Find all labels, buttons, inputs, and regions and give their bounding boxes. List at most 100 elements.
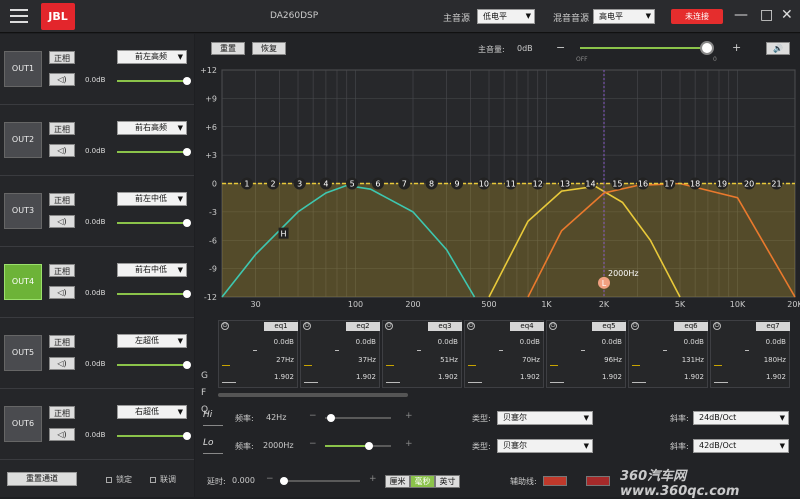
link-checkbox[interactable]: 联调 <box>150 474 176 485</box>
eq-band-6[interactable]: ⏻ eq6 0.0dB 131Hz 1.902 <box>628 320 708 388</box>
power-icon[interactable]: ⏻ <box>713 322 721 330</box>
eq-freq[interactable]: 27Hz <box>276 356 294 364</box>
mute-button[interactable]: ◁) <box>49 215 75 228</box>
aux-line-2[interactable] <box>586 476 610 486</box>
mute-button[interactable]: ◁) <box>49 428 75 441</box>
delay-slider[interactable] <box>280 477 360 485</box>
mix-source-select[interactable]: 高电平 ▼ <box>593 9 655 24</box>
channel-select[interactable]: 前左中低 ▼ <box>117 192 187 206</box>
slider-knob[interactable] <box>183 148 191 156</box>
lo-freq-slider[interactable] <box>325 442 391 450</box>
power-icon[interactable]: ⏻ <box>467 322 475 330</box>
master-source-select[interactable]: 低电平 ▼ <box>477 9 535 24</box>
hi-freq-slider[interactable] <box>325 414 391 422</box>
reset-channel-button[interactable]: 重置通道 <box>7 472 77 486</box>
gain-slider[interactable] <box>117 361 191 369</box>
power-icon[interactable]: ⏻ <box>221 322 229 330</box>
output-button[interactable]: OUT2 <box>4 122 42 158</box>
eq-freq[interactable]: 51Hz <box>440 356 458 364</box>
slider-knob[interactable] <box>183 290 191 298</box>
gain-slider[interactable] <box>117 77 191 85</box>
unit-cm[interactable]: 厘米 <box>385 475 410 488</box>
power-icon[interactable]: ⏻ <box>385 322 393 330</box>
phase-button[interactable]: 正相 <box>49 122 75 135</box>
mute-button[interactable]: ◁) <box>49 144 75 157</box>
power-icon[interactable]: ⏻ <box>631 322 639 330</box>
eq-chart[interactable]: +12 +9 +6 +3 0 -3 -6 -9 -12 30 100 200 500 1K 2K 5K 10K 2… <box>195 60 800 340</box>
eq-q[interactable]: 1.902 <box>438 373 458 381</box>
hi-freq-minus[interactable]: − <box>309 411 317 421</box>
eq-band-name[interactable]: eq1 <box>264 322 298 331</box>
eq-band-4[interactable]: ⏻ eq4 0.0dB 70Hz 1.902 <box>464 320 544 388</box>
slider-knob[interactable] <box>700 41 714 55</box>
eq-band-5[interactable]: ⏻ eq5 0.0dB 96Hz 1.902 <box>546 320 626 388</box>
output-button[interactable]: OUT4 <box>4 264 42 300</box>
channel-select[interactable]: 前右中低 ▼ <box>117 263 187 277</box>
hi-tab[interactable]: Hi <box>203 410 223 426</box>
eq-q[interactable]: 1.902 <box>602 373 622 381</box>
eq-q[interactable]: 1.902 <box>274 373 294 381</box>
slider-knob[interactable] <box>183 77 191 85</box>
delay-plus[interactable]: + <box>369 474 377 484</box>
eq-band-name[interactable]: eq3 <box>428 322 462 331</box>
power-icon[interactable]: ⏻ <box>303 322 311 330</box>
eq-band-name[interactable]: eq4 <box>510 322 544 331</box>
channel-select[interactable]: 右超低 ▼ <box>117 405 187 419</box>
mute-button[interactable]: ◁) <box>49 357 75 370</box>
connect-button[interactable]: 未连接 <box>671 9 723 24</box>
power-icon[interactable]: ⏻ <box>549 322 557 330</box>
output-button[interactable]: OUT1 <box>4 51 42 87</box>
lock-checkbox[interactable]: 锁定 <box>106 474 132 485</box>
lo-tab[interactable]: Lo <box>203 438 223 454</box>
eq-gain[interactable]: 0.0dB <box>766 338 786 346</box>
maximize-icon[interactable]: □ <box>760 8 773 22</box>
channel-select[interactable]: 前左高频 ▼ <box>117 50 187 64</box>
phase-button[interactable]: 正相 <box>49 193 75 206</box>
eq-freq[interactable]: 131Hz <box>682 356 704 364</box>
slider-knob[interactable] <box>365 442 373 450</box>
phase-button[interactable]: 正相 <box>49 335 75 348</box>
mute-button[interactable]: ◁) <box>49 286 75 299</box>
eq-band-3[interactable]: ⏻ eq3 0.0dB 51Hz 1.902 <box>382 320 462 388</box>
eq-band-2[interactable]: ⏻ eq2 0.0dB 37Hz 1.902 <box>300 320 380 388</box>
phase-button[interactable]: 正相 <box>49 51 75 64</box>
eq-gain[interactable]: 0.0dB <box>684 338 704 346</box>
eq-q[interactable]: 1.902 <box>766 373 786 381</box>
eq-gain[interactable]: 0.0dB <box>438 338 458 346</box>
slider-knob[interactable] <box>280 477 288 485</box>
channel-select[interactable]: 左超低 ▼ <box>117 334 187 348</box>
gain-slider[interactable] <box>117 148 191 156</box>
slider-knob[interactable] <box>327 414 335 422</box>
gain-slider[interactable] <box>117 219 191 227</box>
eq-q[interactable]: 1.902 <box>356 373 376 381</box>
slider-knob[interactable] <box>183 361 191 369</box>
checkbox-box[interactable] <box>150 476 156 483</box>
menu-icon[interactable] <box>10 9 28 23</box>
hi-slope-select[interactable]: 24dB/Oct ▼ <box>693 411 789 425</box>
phase-button[interactable]: 正相 <box>49 406 75 419</box>
eq-gain[interactable]: 0.0dB <box>520 338 540 346</box>
mute-button[interactable]: ◁) <box>49 73 75 86</box>
restore-button[interactable]: 恢复 <box>252 42 286 55</box>
eq-gain[interactable]: 0.0dB <box>602 338 622 346</box>
eq-freq[interactable]: 96Hz <box>604 356 622 364</box>
hi-type-select[interactable]: 贝塞尔 ▼ <box>497 411 593 425</box>
volume-plus[interactable]: + <box>732 41 741 54</box>
eq-band-name[interactable]: eq7 <box>756 322 790 331</box>
eq-gain[interactable]: 0.0dB <box>274 338 294 346</box>
master-mute-button[interactable]: 🔊 <box>766 42 790 55</box>
eq-scrollbar[interactable] <box>218 393 408 397</box>
aux-line-1[interactable] <box>543 476 567 486</box>
eq-band-name[interactable]: eq6 <box>674 322 708 331</box>
eq-gain[interactable]: 0.0dB <box>356 338 376 346</box>
slider-knob[interactable] <box>183 219 191 227</box>
output-button[interactable]: OUT6 <box>4 406 42 442</box>
eq-band-7[interactable]: ⏻ eq7 0.0dB 180Hz 1.902 <box>710 320 790 388</box>
lo-type-select[interactable]: 贝塞尔 ▼ <box>497 439 593 453</box>
eq-freq[interactable]: 180Hz <box>764 356 786 364</box>
eq-q[interactable]: 1.902 <box>684 373 704 381</box>
eq-freq[interactable]: 70Hz <box>522 356 540 364</box>
reset-button[interactable]: 重置 <box>211 42 245 55</box>
master-volume-slider[interactable] <box>580 41 714 55</box>
channel-select[interactable]: 前右高频 ▼ <box>117 121 187 135</box>
